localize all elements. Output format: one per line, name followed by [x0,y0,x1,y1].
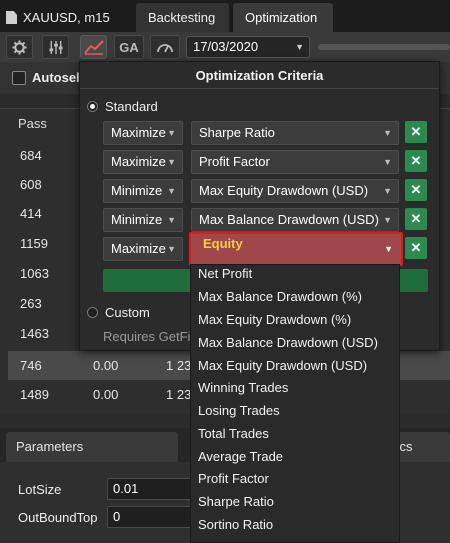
chevron-down-icon: ▼ [167,244,176,254]
mode-select[interactable]: Minimize ▼ [103,179,183,203]
speedometer-icon [157,44,173,53]
criterion-value: Sharpe Ratio [199,125,275,140]
toolbar: GA 17/03/2020 ▼ [0,32,450,62]
dropdown-item[interactable]: Max Equity Drawdown (%) [198,312,351,327]
remove-criterion-button[interactable]: ✕ [405,179,427,201]
genetic-algorithm-button[interactable]: GA [114,35,144,59]
dropdown-item[interactable]: Losing Trades [198,403,280,418]
pass-cell: 1063 [20,266,49,281]
mode-value: Maximize [111,241,166,256]
chart-line-icon [83,40,104,55]
mode-value: Maximize [111,154,166,169]
chevron-down-icon: ▼ [383,215,392,225]
pass-cell: 608 [20,177,42,192]
remove-criterion-button[interactable]: ✕ [405,208,427,230]
criterion-value: Profit Factor [199,154,270,169]
chevron-down-icon: ▼ [167,215,176,225]
criterion-row: Minimize ▼ Max Balance Drawdown (USD) ▼ ✕ [103,208,430,232]
requires-text: Requires GetFi [103,329,191,344]
lotsize-input[interactable]: 0.01 [107,478,197,500]
criterion-select[interactable]: Max Equity Drawdown (USD) ▼ [191,179,399,203]
date-range-slider[interactable] [318,44,450,50]
chevron-down-icon: ▼ [167,128,176,138]
chevron-down-icon: ▼ [384,244,393,254]
chevron-down-icon: ▼ [383,157,392,167]
mode-value: Minimize [111,212,163,227]
mode-select[interactable]: Maximize ▼ [103,150,183,174]
chevron-down-icon: ▼ [167,157,176,167]
dropdown-item[interactable]: Average Trade [198,449,283,464]
parameters-button[interactable] [42,35,69,59]
criterion-select[interactable]: Sharpe Ratio ▼ [191,121,399,145]
criterion-row: Minimize ▼ Max Equity Drawdown (USD) ▼ ✕ [103,179,430,203]
tab-bar: XAUUSD, m15 Backtesting Optimization [0,0,450,32]
date-value: 17/03/2020 [193,39,259,54]
pass-cell: 414 [20,206,42,221]
chevron-down-icon: ▼ [167,186,176,196]
mode-value: Minimize [111,183,163,198]
pass-cell: 1463 [20,326,49,341]
tab-optimization[interactable]: Optimization [233,3,333,32]
dropdown-item[interactable]: Total Trades [198,426,269,441]
pass-cell: 1489 [20,387,49,402]
document-icon [6,11,17,24]
tab-parameters[interactable]: Parameters [6,432,178,462]
mode-value: Maximize [111,125,166,140]
dropdown-item[interactable]: Sortino Ratio [198,517,273,532]
dropdown-item[interactable]: Max Equity Drawdown (USD) [198,358,367,373]
settings-button[interactable] [6,35,33,59]
outboundtop-input[interactable]: 0 [107,506,197,528]
mode-select[interactable]: Minimize ▼ [103,208,183,232]
pass-cell: 684 [20,148,42,163]
criterion-row: Maximize ▼ Equity ▼ ✕ [103,232,430,266]
criterion-select[interactable]: Max Balance Drawdown (USD) ▼ [191,208,399,232]
criterion-value: Max Balance Drawdown (USD) [199,212,379,227]
optimization-criteria-button[interactable] [80,35,107,59]
remove-criterion-button[interactable]: ✕ [405,121,427,143]
sliders-icon [48,40,63,54]
criterion-select[interactable]: Profit Factor ▼ [191,150,399,174]
dropdown-item[interactable]: Max Balance Drawdown (%) [198,289,362,304]
mode-select[interactable]: Maximize ▼ [103,121,183,145]
column-header-pass: Pass [18,116,47,131]
chevron-down-icon: ▼ [383,186,392,196]
pass-cell: 746 [20,358,42,373]
tab-backtesting[interactable]: Backtesting [136,3,229,32]
criterion-select-open[interactable]: Equity ▼ [189,232,403,266]
criterion-dropdown-list: Net Profit Max Balance Drawdown (%) Max … [190,264,400,543]
standard-label: Standard [105,99,158,114]
speed-button[interactable] [150,35,180,59]
criterion-row: Maximize ▼ Sharpe Ratio ▼ ✕ [103,121,430,145]
param-label-outboundtop: OutBoundTop [18,510,98,525]
value-cell: 1 23 [166,387,192,402]
value-cell: 1 23 [166,358,192,373]
remove-criterion-button[interactable]: ✕ [405,237,427,259]
date-select[interactable]: 17/03/2020 ▼ [186,36,310,58]
criterion-row: Maximize ▼ Profit Factor ▼ ✕ [103,150,430,174]
dropdown-item[interactable]: Max Balance Drawdown (USD) [198,335,378,350]
chevron-down-icon: ▼ [383,128,392,138]
chevron-down-icon: ▼ [295,42,304,52]
criterion-value: Max Equity Drawdown (USD) [199,183,369,198]
param-label-lotsize: LotSize [18,482,62,497]
criterion-value: Equity [203,236,243,251]
dropdown-item[interactable]: Net Profit [198,266,252,281]
pass-cell: 263 [20,296,42,311]
tab-symbol[interactable]: XAUUSD, m15 [0,3,132,32]
tab-symbol-label: XAUUSD, m15 [23,10,110,25]
dropdown-item[interactable]: Sharpe Ratio [198,494,274,509]
mode-select[interactable]: Maximize ▼ [103,237,183,261]
dialog-title: Optimization Criteria [80,62,439,89]
pass-cell: 1159 [20,236,48,251]
gear-icon [12,39,27,55]
custom-radio[interactable] [87,307,98,318]
remove-criterion-button[interactable]: ✕ [405,150,427,172]
value-cell: 0.00 [93,358,119,373]
autoselect-checkbox[interactable] [12,71,26,85]
dropdown-item[interactable]: Winning Trades [198,380,288,395]
value-cell: 0.00 [93,387,119,402]
custom-label: Custom [105,305,150,320]
dropdown-item[interactable]: Profit Factor [198,471,269,486]
standard-radio[interactable] [87,101,98,112]
